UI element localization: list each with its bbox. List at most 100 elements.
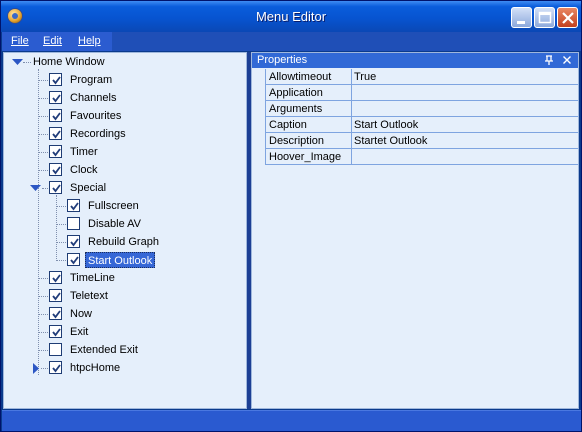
checkmark-icon: [52, 364, 61, 373]
tree-item-start-outlook[interactable]: Start Outlook: [4, 251, 244, 269]
tree-item-favourites[interactable]: Favourites: [4, 107, 244, 125]
tree-item-fullscreen[interactable]: Fullscreen: [4, 197, 244, 215]
property-value[interactable]: True: [353, 69, 578, 85]
property-row[interactable]: Arguments: [252, 101, 578, 117]
close-button[interactable]: [557, 7, 578, 28]
property-grid[interactable]: Allowtimeout True Application Arguments …: [252, 69, 578, 165]
tree-item-label: Special: [70, 182, 107, 194]
checkmark-icon: [70, 238, 79, 247]
checkmark-icon: [70, 202, 79, 211]
pin-icon[interactable]: [543, 54, 555, 66]
property-row[interactable]: Caption Start Outlook: [252, 117, 578, 133]
tree-item-clock[interactable]: Clock: [4, 161, 244, 179]
tree-item-channels[interactable]: Channels: [4, 89, 244, 107]
close-icon[interactable]: [561, 54, 573, 66]
tree-item-program[interactable]: Program: [4, 71, 244, 89]
checkmark-icon: [52, 292, 61, 301]
minimize-icon: [517, 21, 525, 24]
menu-help[interactable]: Help: [78, 35, 101, 47]
now-checkbox[interactable]: [49, 307, 62, 320]
title-bar[interactable]: Menu Editor: [1, 1, 581, 32]
tree-item-timeline[interactable]: TimeLine: [4, 269, 244, 287]
menu-file[interactable]: File: [11, 35, 29, 47]
property-name: Description: [267, 133, 352, 149]
tree-item-label-selected: Start Outlook: [85, 252, 156, 268]
tree-item-timer[interactable]: Timer: [4, 143, 244, 161]
tree-item-label: TimeLine: [70, 272, 115, 284]
property-name: Allowtimeout: [267, 69, 352, 85]
checkmark-icon: [70, 256, 79, 265]
property-value[interactable]: [353, 85, 578, 101]
window-title: Menu Editor: [255, 9, 327, 24]
tree-item-label: Rebuild Graph: [88, 236, 159, 248]
program-checkbox[interactable]: [49, 73, 62, 86]
expanded-arrow-icon[interactable]: [29, 184, 43, 192]
property-row[interactable]: Hoover_Image: [252, 149, 578, 165]
menu-edit[interactable]: Edit: [43, 35, 62, 47]
property-row[interactable]: Application: [252, 85, 578, 101]
start-outlook-checkbox[interactable]: [67, 253, 80, 266]
special-checkbox[interactable]: [49, 181, 62, 194]
property-value[interactable]: [353, 101, 578, 117]
properties-title: Properties: [257, 54, 308, 66]
tree-item-label: Disable AV: [88, 218, 141, 230]
teletext-checkbox[interactable]: [49, 289, 62, 302]
tree-item-teletext[interactable]: Teletext: [4, 287, 244, 305]
checkmark-icon: [52, 328, 61, 337]
status-bar: [2, 410, 581, 431]
menu-editor-window: Menu Editor File Edit Help Home Window P…: [0, 0, 582, 432]
property-name: Application: [267, 85, 352, 101]
tree-item-now[interactable]: Now: [4, 305, 244, 323]
channels-checkbox[interactable]: [49, 91, 62, 104]
close-icon: [562, 12, 574, 24]
menu-bar: File Edit Help: [2, 32, 112, 51]
tree-item-exit[interactable]: Exit: [4, 323, 244, 341]
checkmark-icon: [52, 184, 61, 193]
tree-item-special[interactable]: Special: [4, 179, 244, 197]
rebuild-graph-checkbox[interactable]: [67, 235, 80, 248]
tree-item-label: Channels: [70, 92, 117, 104]
collapsed-arrow-icon[interactable]: [32, 362, 40, 375]
maximize-icon: [538, 11, 552, 24]
minimize-button[interactable]: [511, 7, 532, 28]
property-row[interactable]: Allowtimeout True: [252, 69, 578, 85]
tree-item-label: Program: [70, 74, 113, 86]
tree-item-label: Now: [70, 308, 93, 320]
property-name: Arguments: [267, 101, 352, 117]
checkmark-icon: [52, 310, 61, 319]
tree-item-label: Teletext: [70, 290, 108, 302]
extended-exit-checkbox[interactable]: [49, 343, 62, 356]
htpchome-checkbox[interactable]: [49, 361, 62, 374]
maximize-button[interactable]: [534, 7, 555, 28]
tree-item-extended-exit[interactable]: Extended Exit: [4, 341, 244, 359]
tree-item-label: htpcHome: [70, 362, 121, 374]
checkmark-icon: [52, 148, 61, 157]
fullscreen-checkbox[interactable]: [67, 199, 80, 212]
disable-av-checkbox[interactable]: [67, 217, 80, 230]
checkmark-icon: [52, 112, 61, 121]
menu-tree[interactable]: Home Window Program Channels Favourites …: [3, 52, 247, 409]
menu-bar-filler: [112, 32, 581, 51]
timer-checkbox[interactable]: [49, 145, 62, 158]
properties-header: Properties: [252, 53, 578, 68]
timeline-checkbox[interactable]: [49, 271, 62, 284]
property-value[interactable]: [353, 149, 578, 165]
exit-checkbox[interactable]: [49, 325, 62, 338]
tree-item-disable-av[interactable]: Disable AV: [4, 215, 244, 233]
tree-item-rebuild-graph[interactable]: Rebuild Graph: [4, 233, 244, 251]
properties-panel: Properties Allowtimeout True Application: [251, 52, 579, 409]
property-row[interactable]: Description Startet Outlook: [252, 133, 578, 149]
tree-root-label: Home Window: [33, 56, 105, 68]
tree-item-recordings[interactable]: Recordings: [4, 125, 244, 143]
tree-item-label: Extended Exit: [70, 344, 138, 356]
property-value[interactable]: Startet Outlook: [353, 133, 578, 149]
tree-item-htpchome[interactable]: htpcHome: [4, 359, 244, 377]
favourites-checkbox[interactable]: [49, 109, 62, 122]
tree-item-label: Favourites: [70, 110, 122, 122]
recordings-checkbox[interactable]: [49, 127, 62, 140]
property-value[interactable]: Start Outlook: [353, 117, 578, 133]
checkmark-icon: [52, 130, 61, 139]
tree-item-label: Recordings: [70, 128, 126, 140]
tree-root-row[interactable]: Home Window: [4, 53, 244, 71]
clock-checkbox[interactable]: [49, 163, 62, 176]
